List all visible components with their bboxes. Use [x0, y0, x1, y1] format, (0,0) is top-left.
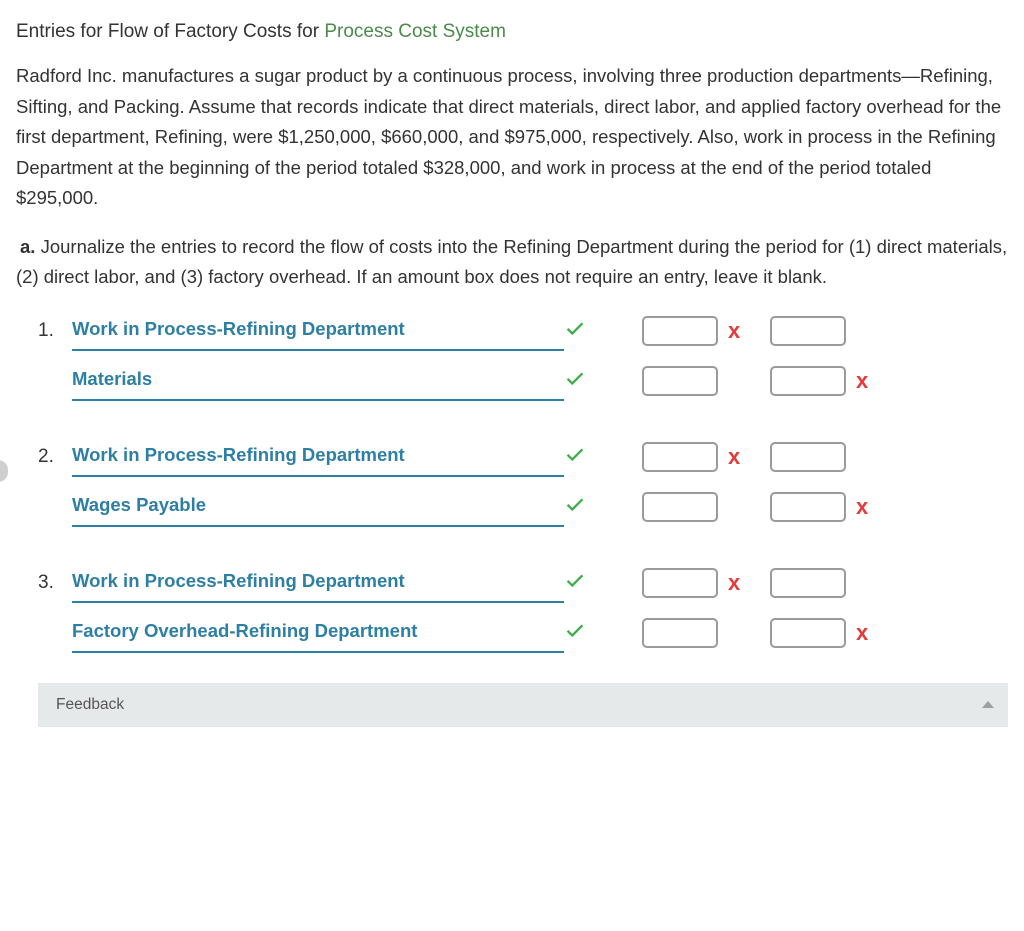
problem-paragraph: Radford Inc. manufactures a sugar produc…: [16, 61, 1008, 214]
debit-input[interactable]: [642, 618, 718, 648]
credit-input[interactable]: [770, 568, 846, 598]
debit-input[interactable]: [642, 366, 718, 396]
account-dropdown[interactable]: Materials: [72, 361, 564, 401]
journal-entry: 3. Work in Process-Refining Department x…: [38, 563, 1002, 653]
account-dropdown[interactable]: Work in Process-Refining Department: [72, 437, 564, 477]
journal-line: Materials x: [38, 361, 1002, 401]
account-name[interactable]: Wages Payable: [72, 490, 206, 525]
page-heading: Entries for Flow of Factory Costs for Pr…: [16, 16, 1008, 47]
credit-input[interactable]: [770, 442, 846, 472]
account-result: [564, 613, 600, 653]
heading-text: Entries for Flow of Factory Costs for: [16, 21, 324, 42]
account-result: [564, 437, 600, 477]
check-icon: [564, 317, 586, 349]
account-dropdown[interactable]: Wages Payable: [72, 487, 564, 527]
account-name[interactable]: Factory Overhead-Refining Department: [72, 616, 417, 651]
account-dropdown[interactable]: Work in Process-Refining Department: [72, 311, 564, 351]
caret-up-icon: [982, 701, 994, 708]
entry-number: 3.: [38, 567, 72, 598]
check-icon: [564, 619, 586, 651]
journal-entries: 1. Work in Process-Refining Department x…: [16, 311, 1008, 653]
feedback-label: Feedback: [56, 692, 124, 718]
check-icon: [564, 493, 586, 525]
debit-input[interactable]: [642, 442, 718, 472]
page-nav-handle: [0, 460, 8, 482]
check-icon: [564, 569, 586, 601]
journal-entry: 2. Work in Process-Refining Department x…: [38, 437, 1002, 527]
part-letter: a.: [20, 236, 35, 257]
x-icon: x: [728, 320, 740, 342]
account-result: [564, 311, 600, 351]
account-dropdown[interactable]: Work in Process-Refining Department: [72, 563, 564, 603]
x-icon: x: [728, 572, 740, 594]
debit-input[interactable]: [642, 568, 718, 598]
account-name[interactable]: Materials: [72, 364, 152, 399]
account-name[interactable]: Work in Process-Refining Department: [72, 440, 405, 475]
instruction-paragraph: a. Journalize the entries to record the …: [16, 232, 1008, 293]
heading-link[interactable]: Process Cost System: [324, 21, 506, 42]
account-result: [564, 361, 600, 401]
check-icon: [564, 443, 586, 475]
journal-line: Wages Payable x: [38, 487, 1002, 527]
credit-input[interactable]: [770, 366, 846, 396]
instruction-text: Journalize the entries to record the flo…: [16, 236, 1007, 288]
account-name[interactable]: Work in Process-Refining Department: [72, 566, 405, 601]
credit-input[interactable]: [770, 316, 846, 346]
journal-entry: 1. Work in Process-Refining Department x…: [38, 311, 1002, 401]
entry-number: 2.: [38, 441, 72, 472]
entry-number: 1.: [38, 315, 72, 346]
check-icon: [564, 367, 586, 399]
journal-line: 3. Work in Process-Refining Department x: [38, 563, 1002, 603]
credit-input[interactable]: [770, 492, 846, 522]
feedback-toggle[interactable]: Feedback: [38, 683, 1008, 727]
x-icon: x: [856, 496, 868, 518]
account-result: [564, 563, 600, 603]
debit-input[interactable]: [642, 316, 718, 346]
x-icon: x: [856, 370, 868, 392]
journal-line: 1. Work in Process-Refining Department x: [38, 311, 1002, 351]
account-result: [564, 487, 600, 527]
journal-line: Factory Overhead-Refining Department x: [38, 613, 1002, 653]
journal-line: 2. Work in Process-Refining Department x: [38, 437, 1002, 477]
credit-input[interactable]: [770, 618, 846, 648]
x-icon: x: [728, 446, 740, 468]
x-icon: x: [856, 622, 868, 644]
account-name[interactable]: Work in Process-Refining Department: [72, 314, 405, 349]
debit-input[interactable]: [642, 492, 718, 522]
account-dropdown[interactable]: Factory Overhead-Refining Department: [72, 613, 564, 653]
